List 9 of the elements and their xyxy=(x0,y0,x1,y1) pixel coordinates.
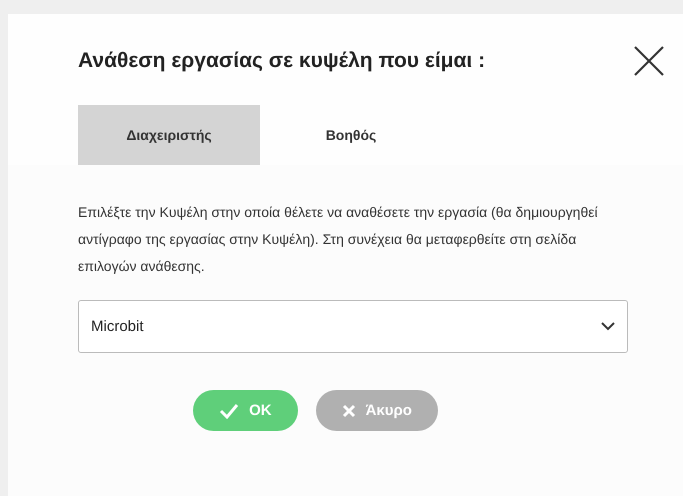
chevron-down-icon xyxy=(601,322,615,331)
tab[interactable]: Διαχειριστής xyxy=(78,105,260,165)
description-text: Επιλέξτε την Κυψέλη στην οποία θέλετε να αναθέσετε την εργασία (θα δημιουργηθεί αντίγραφο της εργασίας στην Κυψέλη). Στη συνέχεια θα μεταφερθείτε στη σελίδα επιλογών ανάθεσης. xyxy=(78,203,599,276)
close-icon[interactable] xyxy=(632,44,666,78)
dialog-title: Ανάθεση εργασίας σε κυψέλη που είμαι : xyxy=(78,49,486,73)
checkmark-icon xyxy=(219,402,240,418)
close-icon xyxy=(342,404,356,418)
tab[interactable]: Βοηθός xyxy=(260,105,442,165)
cell-dropdown[interactable]: Microbit xyxy=(78,300,628,353)
